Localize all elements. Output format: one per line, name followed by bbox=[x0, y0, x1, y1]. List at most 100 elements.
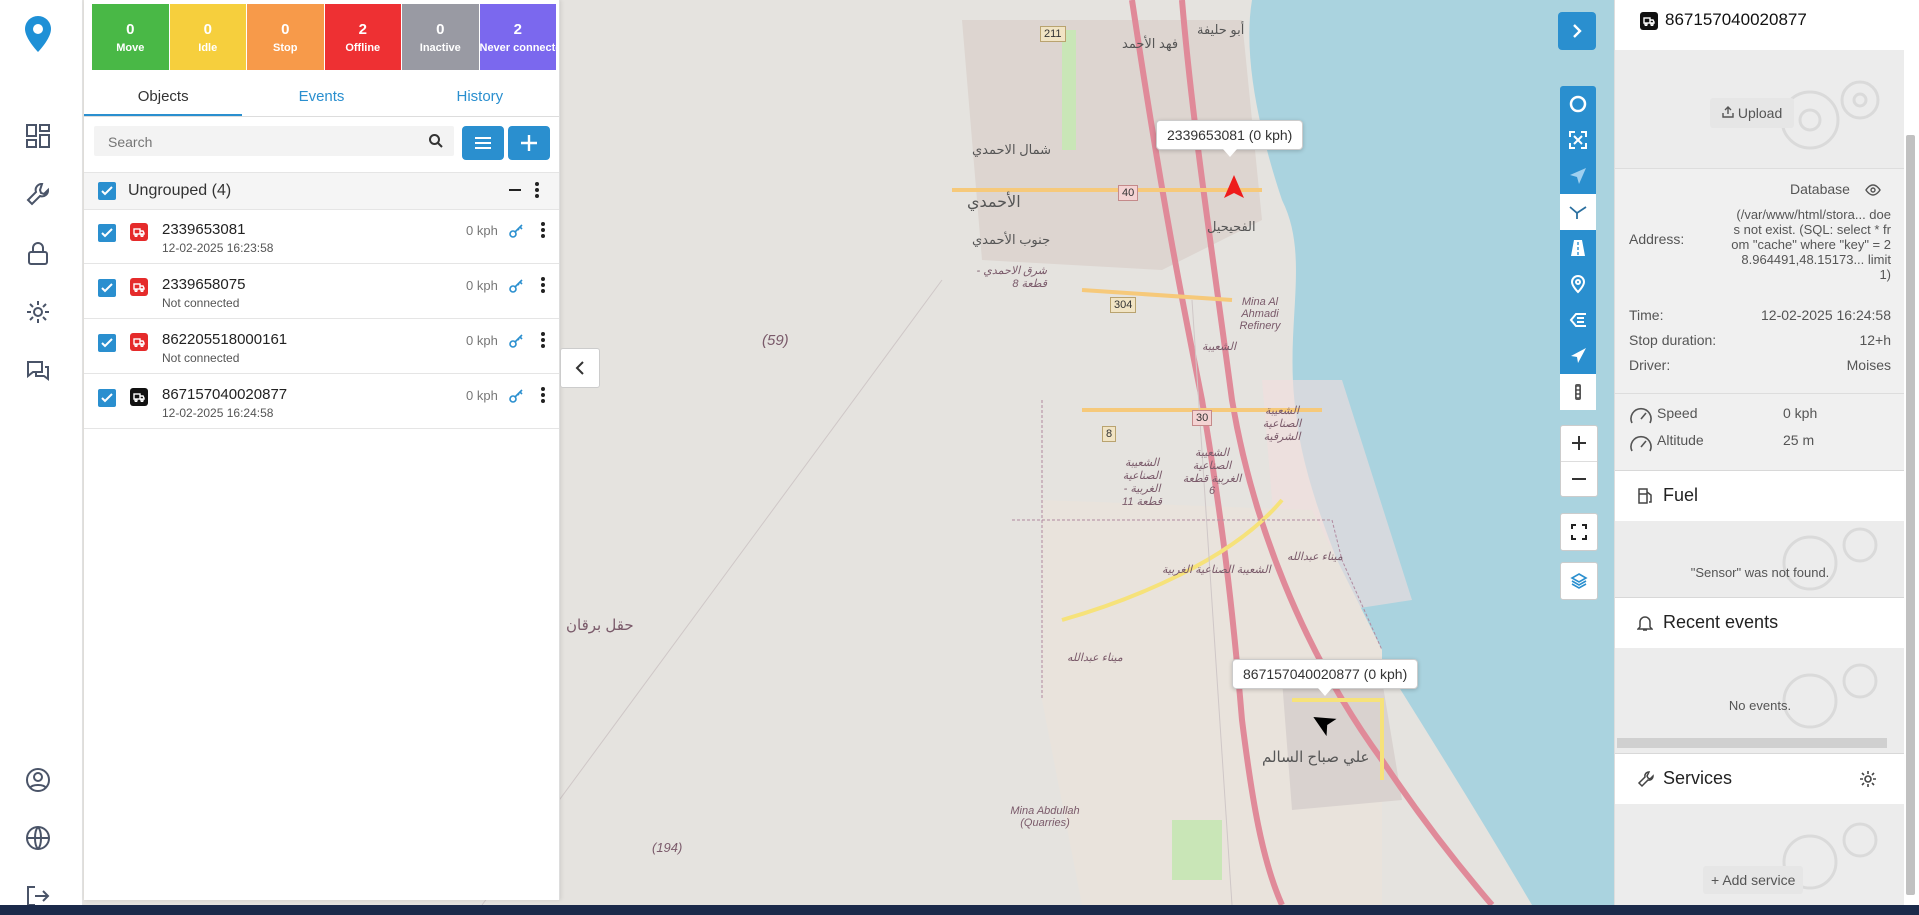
map-tooltip[interactable]: 2339653081 (0 kph) bbox=[1156, 120, 1304, 157]
search-icon[interactable] bbox=[428, 133, 444, 154]
altitude-value: 25 m bbox=[1783, 432, 1815, 448]
object-info-panel: 867157040020877 Upload Database Address:… bbox=[1614, 0, 1905, 905]
tab-history[interactable]: History bbox=[401, 78, 559, 116]
object-row[interactable]: 2339653081 12-02-2025 16:23:58 0 kph bbox=[84, 209, 559, 264]
ignition-key-icon bbox=[509, 277, 525, 298]
logo-pin-icon[interactable] bbox=[22, 16, 54, 52]
map-tool-history[interactable] bbox=[1560, 302, 1596, 338]
dashboard-icon[interactable] bbox=[22, 120, 54, 152]
expand-right-panel-button[interactable] bbox=[1558, 12, 1596, 50]
object-row[interactable]: 867157040020877 12-02-2025 16:24:58 0 kp… bbox=[84, 374, 559, 429]
object-row[interactable]: 862205518000161 Not connected 0 kph bbox=[84, 319, 559, 374]
map-tool-target[interactable] bbox=[1560, 86, 1596, 122]
eye-icon[interactable] bbox=[1865, 183, 1881, 201]
status-tile-inactive[interactable]: 0 Inactive bbox=[402, 4, 479, 70]
services-title: Services bbox=[1663, 768, 1733, 788]
road-shield: 304 bbox=[1110, 297, 1137, 313]
object-speed: 0 kph bbox=[466, 333, 498, 348]
object-speed: 0 kph bbox=[466, 278, 498, 293]
status-count: 2 bbox=[358, 20, 367, 38]
add-object-button[interactable] bbox=[508, 126, 550, 160]
wrench-icon[interactable] bbox=[22, 178, 54, 210]
chat-icon[interactable] bbox=[22, 355, 54, 387]
object-menu-icon[interactable] bbox=[540, 276, 546, 299]
fullscreen-button[interactable] bbox=[1560, 513, 1598, 551]
map-label: الأحمدي bbox=[967, 194, 1021, 211]
group-header[interactable]: Ungrouped (4) bbox=[84, 172, 559, 210]
status-tile-idle[interactable]: 0 Idle bbox=[169, 4, 246, 70]
objects-panel: 0 Move 0 Idle 0 Stop 2 Offline 0 Inactive 2 Ne… bbox=[84, 0, 560, 900]
tab-events[interactable]: Events bbox=[242, 78, 400, 116]
tab-objects[interactable]: Objects bbox=[84, 78, 243, 116]
gear-icon[interactable] bbox=[22, 296, 54, 328]
map-label: Mina Abdullah (Quarries) bbox=[1010, 805, 1080, 829]
search-input[interactable] bbox=[94, 126, 430, 158]
status-tile-offline[interactable]: 2 Offline bbox=[324, 4, 401, 70]
image-area: Upload bbox=[1615, 50, 1905, 169]
driver-label: Driver: bbox=[1629, 357, 1671, 373]
collapse-panel-button[interactable] bbox=[560, 348, 600, 388]
scrollbar-thumb[interactable] bbox=[1906, 135, 1915, 895]
right-panel-scrollbar[interactable] bbox=[1904, 0, 1919, 905]
layers-button[interactable] bbox=[1560, 562, 1598, 600]
zoom-in-button[interactable] bbox=[1571, 426, 1587, 461]
object-checkbox[interactable] bbox=[98, 279, 116, 297]
truck-icon bbox=[130, 388, 148, 406]
status-count: 0 bbox=[436, 20, 445, 38]
status-count: 2 bbox=[513, 20, 522, 38]
group-menu-icon[interactable] bbox=[534, 181, 540, 204]
object-checkbox[interactable] bbox=[98, 389, 116, 407]
time-label: Time: bbox=[1629, 307, 1664, 323]
status-tile-stop[interactable]: 0 Stop bbox=[247, 4, 324, 70]
map-label: جنوب الأحمدي bbox=[972, 232, 1051, 247]
services-settings-icon[interactable] bbox=[1859, 770, 1877, 793]
map-label: فهد الأحمد bbox=[1122, 36, 1179, 51]
fuel-header[interactable]: Fuel bbox=[1615, 470, 1905, 521]
object-status: Not connected bbox=[162, 351, 240, 365]
object-row[interactable]: 2339658075 Not connected 0 kph bbox=[84, 264, 559, 319]
collapse-group-icon[interactable] bbox=[508, 183, 522, 202]
object-checkbox[interactable] bbox=[98, 334, 116, 352]
map-tool-navigate[interactable] bbox=[1560, 158, 1596, 194]
services-header[interactable]: Services bbox=[1615, 753, 1905, 804]
map-label: الشعيبة الصناعية الشرقية bbox=[1262, 405, 1302, 443]
object-checkbox[interactable] bbox=[98, 224, 116, 242]
map-tool-send[interactable] bbox=[1560, 338, 1596, 374]
object-status: 12-02-2025 16:23:58 bbox=[162, 241, 274, 255]
add-service-button[interactable]: + Add service bbox=[1703, 866, 1804, 894]
events-header[interactable]: Recent events bbox=[1615, 597, 1905, 648]
object-menu-icon[interactable] bbox=[540, 386, 546, 409]
truck-icon bbox=[130, 223, 148, 241]
status-tile-never-connected[interactable]: 2 Never connected bbox=[479, 4, 556, 70]
globe-icon[interactable] bbox=[22, 822, 54, 854]
driver-value: Moises bbox=[1846, 357, 1891, 373]
object-menu-icon[interactable] bbox=[540, 331, 546, 354]
map-tool-road[interactable] bbox=[1560, 230, 1596, 266]
status-tile-move[interactable]: 0 Move bbox=[92, 4, 169, 70]
map-tool-poi[interactable] bbox=[1560, 266, 1596, 302]
road-shield: 40 bbox=[1118, 185, 1139, 201]
group-checkbox[interactable] bbox=[98, 182, 116, 200]
list-view-button[interactable] bbox=[462, 126, 504, 160]
events-body: No events. bbox=[1615, 648, 1905, 758]
map-tooltip[interactable]: 867157040020877 (0 kph) bbox=[1232, 659, 1419, 696]
object-status: Not connected bbox=[162, 296, 240, 310]
map-label: علي صباح السالم bbox=[1262, 749, 1370, 766]
layers-icon bbox=[1570, 573, 1588, 589]
map-tool-traffic[interactable] bbox=[1560, 374, 1596, 410]
object-name: 862205518000161 bbox=[162, 331, 288, 348]
lock-icon[interactable] bbox=[22, 237, 54, 269]
map-tool-route[interactable] bbox=[1560, 194, 1596, 230]
map-tool-fit[interactable] bbox=[1560, 122, 1596, 158]
road-shield: 211 bbox=[1040, 26, 1066, 42]
events-scrollbar[interactable] bbox=[1617, 738, 1887, 748]
zoom-out-button[interactable] bbox=[1561, 460, 1597, 497]
history-trail-icon bbox=[1569, 313, 1586, 327]
add-service-label: Add service bbox=[1722, 872, 1796, 888]
user-icon[interactable] bbox=[22, 764, 54, 796]
zoom-control bbox=[1560, 425, 1598, 497]
os-taskbar bbox=[0, 905, 1919, 915]
object-menu-icon[interactable] bbox=[540, 221, 546, 244]
upload-button[interactable]: Upload bbox=[1710, 98, 1795, 128]
road-shield: 30 bbox=[1192, 410, 1213, 426]
